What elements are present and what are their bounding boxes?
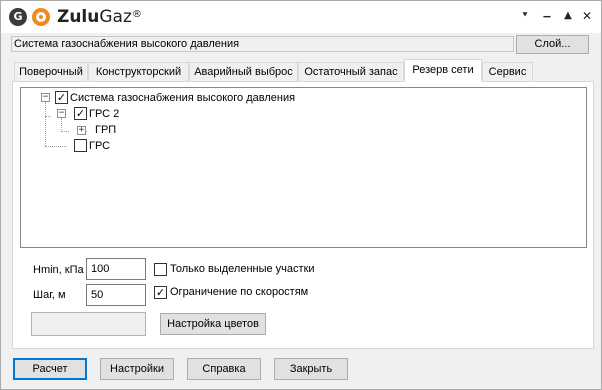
expand-icon[interactable]: + [77,126,86,135]
speed-limit-label[interactable]: Ограничение по скоростям [170,286,308,298]
tab-network-reserve[interactable]: Резерв сети [404,59,482,82]
tree-connector-line [61,118,62,132]
tree-root-label[interactable]: Система газоснабжения высокого давления [70,91,295,105]
calculate-button[interactable]: Расчет [13,358,87,380]
speed-limit-checkbox[interactable]: ✓ [154,286,167,299]
tab-emergency-release[interactable]: Аварийный выброс [189,62,298,82]
maximize-icon[interactable]: ▲ [560,7,576,25]
system-name-field: Система газоснабжения высокого давления [11,36,514,52]
only-selected-checkbox[interactable] [154,263,167,276]
app-title-part1: Zulu [57,7,100,27]
tab-service[interactable]: Сервис [482,62,533,82]
help-button[interactable]: Справка [187,358,261,380]
tree-connector-line [45,116,51,117]
hmin-input[interactable]: 100 [86,258,146,280]
tab-residual-reserve[interactable]: Остаточный запас [298,62,404,82]
zulu-ring-logo-icon [32,8,50,26]
collapse-icon[interactable]: − [57,109,66,118]
only-selected-label[interactable]: Только выделенные участки [170,263,315,275]
app-title-part2: Gaz [99,7,132,27]
tree-grs2-checkbox[interactable]: ✓ [74,107,87,120]
minimize-icon[interactable]: ▁ [539,7,555,25]
app-logo-icon: G [9,8,27,26]
tree-grs-label[interactable]: ГРС [89,139,110,153]
network-reserve-panel: − ✓ Система газоснабжения высокого давле… [12,81,594,349]
registered-mark: ® [131,9,142,20]
tree-grs-checkbox[interactable] [74,139,87,152]
settings-button[interactable]: Настройки [100,358,174,380]
layer-button[interactable]: Слой... [516,35,589,54]
title-bar: G ZuluGaz® ⯆ ▁ ▲ ✕ [1,1,601,33]
close-icon[interactable]: ✕ [579,7,595,25]
tab-verification[interactable]: Поверочный [14,62,88,82]
color-preview-box [31,312,146,336]
tree-connector-line [61,131,69,132]
app-title: ZuluGaz® [57,6,142,28]
step-label: Шаг, м [33,289,66,301]
tab-design[interactable]: Конструкторский [88,62,189,82]
network-tree[interactable]: − ✓ Система газоснабжения высокого давле… [20,87,587,248]
hmin-label: Hmin, кПа [33,264,84,276]
collapse-icon[interactable]: − [41,93,50,102]
window-menu-chevron-icon[interactable]: ⯆ [517,7,533,25]
close-button[interactable]: Закрыть [274,358,348,380]
tree-grp-label[interactable]: ГРП [95,123,116,137]
tree-connector-line [45,146,67,147]
step-input[interactable]: 50 [86,284,146,306]
tree-grs2-label[interactable]: ГРС 2 [89,107,119,121]
tree-root-checkbox[interactable]: ✓ [55,91,68,104]
color-settings-button[interactable]: Настройка цветов [160,313,266,335]
tree-connector-line [45,102,46,146]
main-window: G ZuluGaz® ⯆ ▁ ▲ ✕ Система газоснабжения… [0,0,602,390]
